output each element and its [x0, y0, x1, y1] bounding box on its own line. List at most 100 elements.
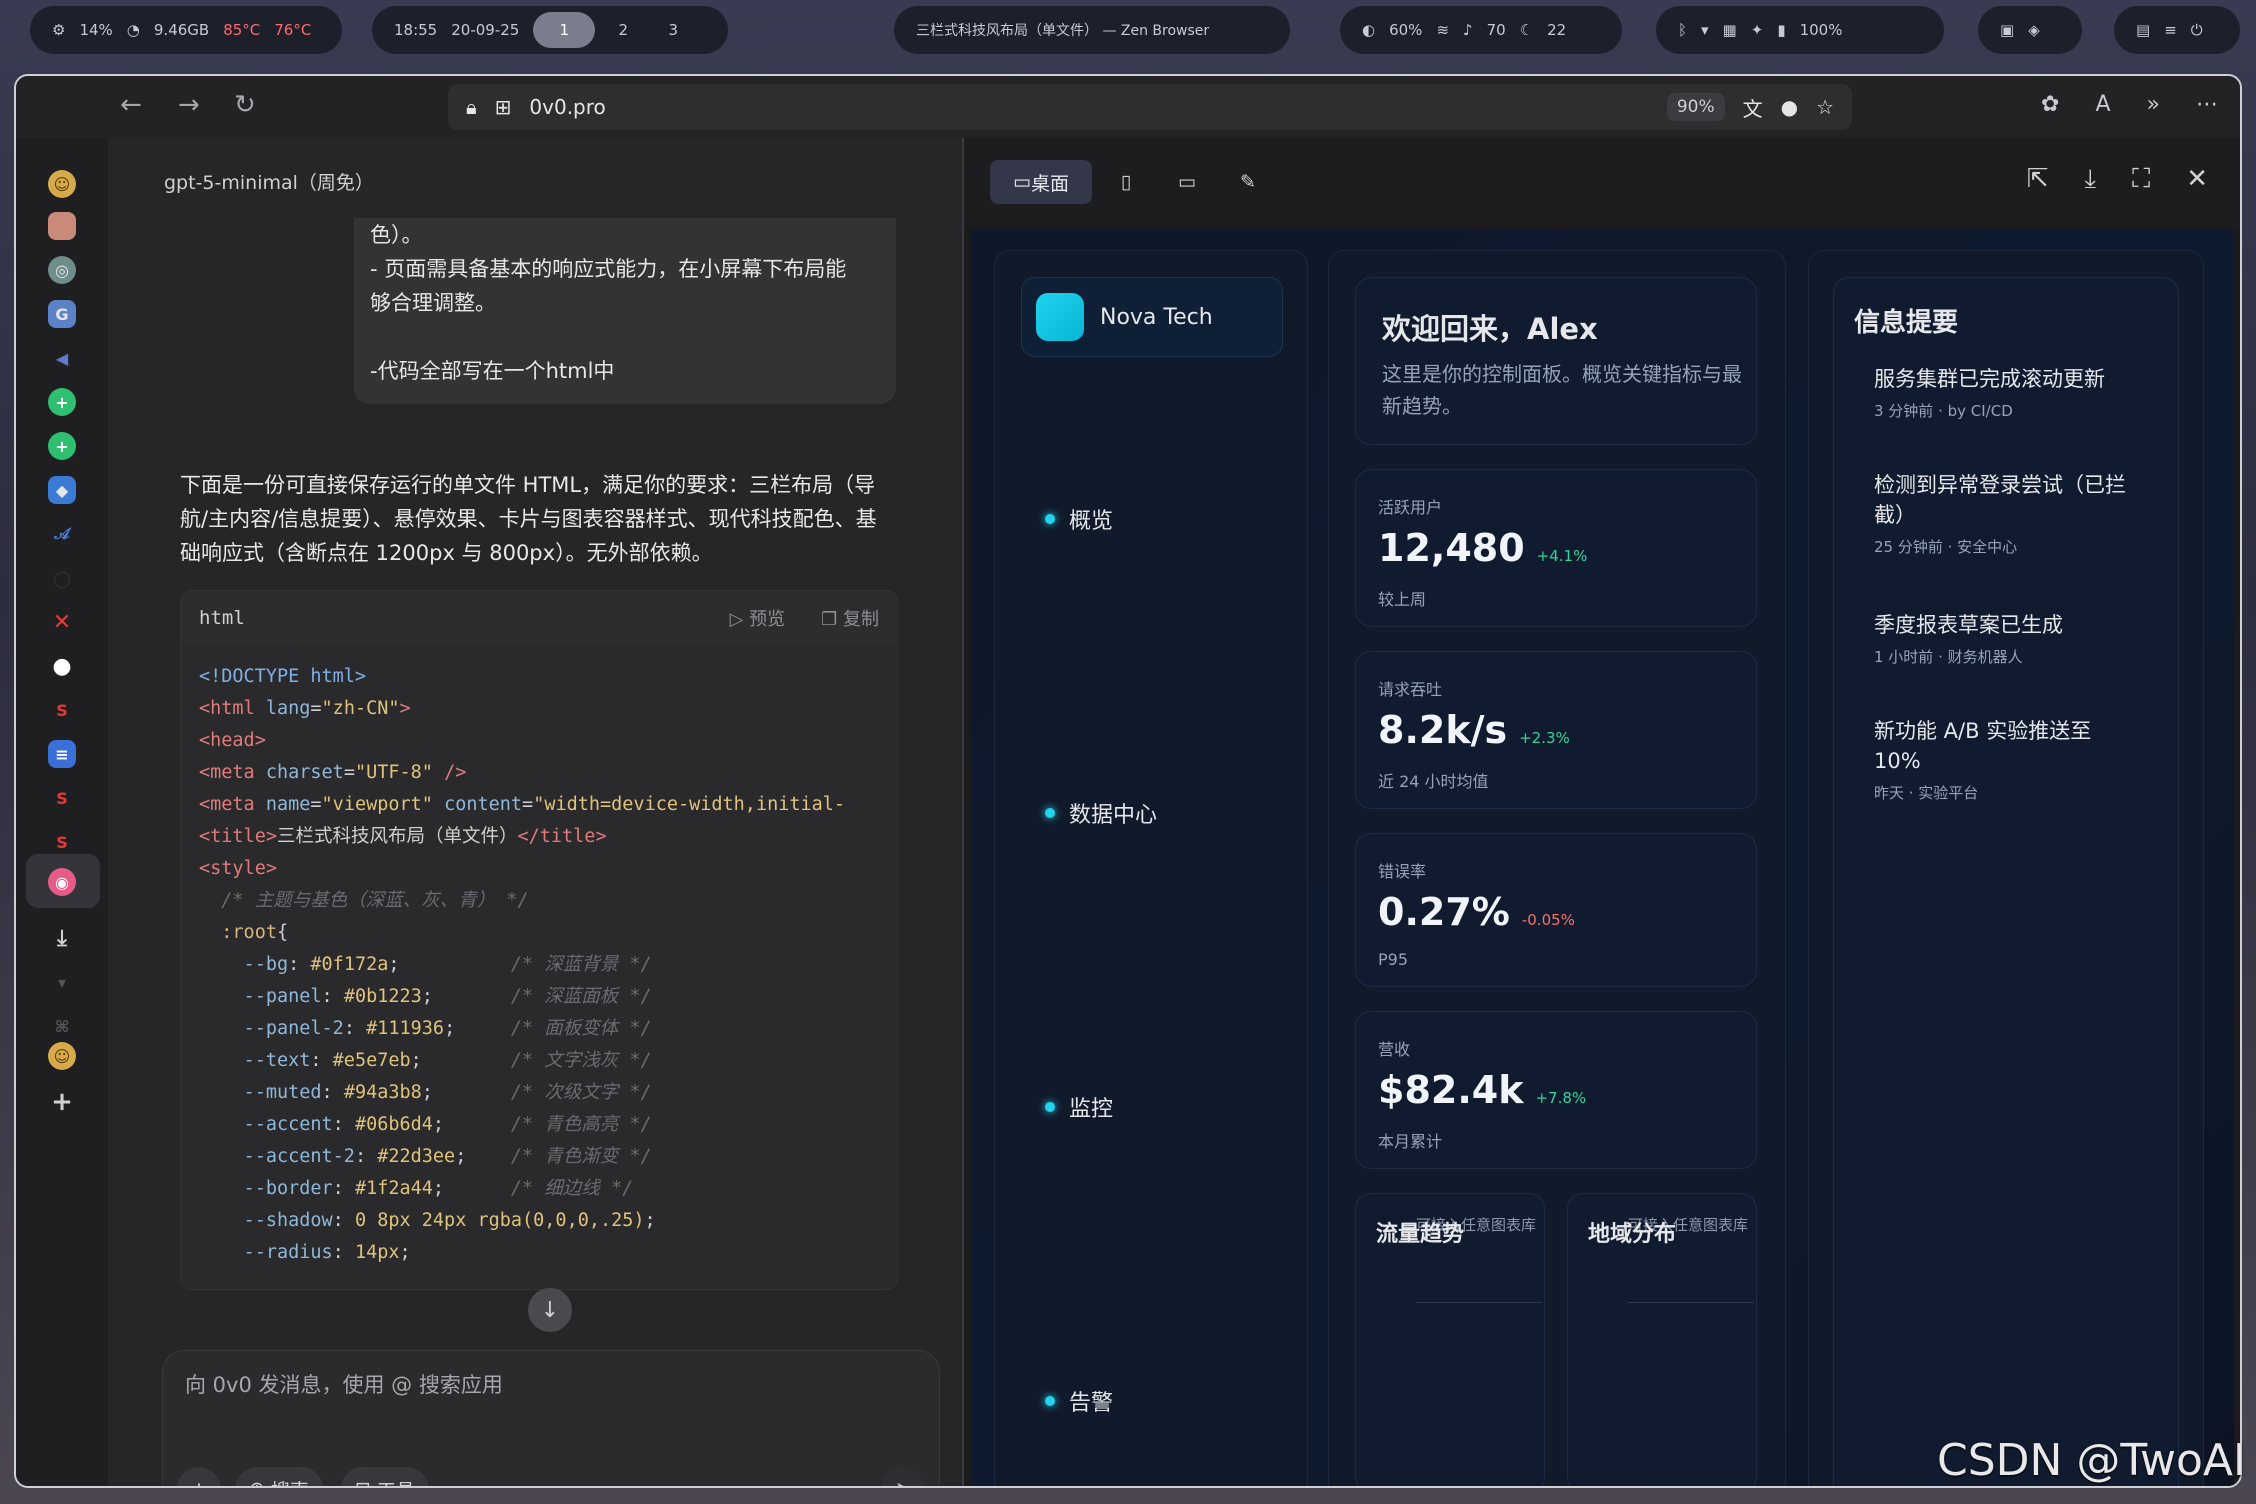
tab-tablet[interactable]: ▭ — [1160, 160, 1214, 204]
grid-icon[interactable]: ▦ — [1723, 21, 1737, 39]
download-preview-icon[interactable]: ⤓ — [2085, 164, 2097, 195]
tools-button[interactable]: ⊡工具 — [341, 1467, 429, 1486]
add-app-icon[interactable]: + — [48, 1087, 76, 1117]
app-su2-icon[interactable]: S — [48, 784, 76, 812]
more-menu-icon[interactable]: ⋯ — [2196, 92, 2218, 117]
extension-globe-icon[interactable]: ● — [1781, 95, 1798, 119]
docs-icon[interactable]: ≡ — [48, 740, 76, 768]
app-colorful-icon[interactable]: ◆ — [48, 476, 76, 504]
overflow-chevron-icon[interactable]: » — [2147, 92, 2160, 117]
weather-icon: ☾ — [1519, 21, 1534, 39]
weather-value: 22 — [1547, 21, 1567, 39]
pin-icon[interactable]: ▾ — [48, 968, 76, 996]
chat-panel: gpt-5-minimal（周免） 色）。 - 页面需具备基本的响应式能力，在小… — [108, 138, 972, 1486]
info-item[interactable]: 新功能 A/B 实验推送至 10% 昨天 · 实验平台 — [1874, 716, 2134, 803]
search-button[interactable]: ⊕搜索 — [235, 1467, 323, 1486]
network-icon[interactable]: ▾ — [1701, 21, 1709, 39]
address-bar[interactable]: 🔒︎ ⊞ 0v0.pro 90% 文 ● ☆ — [448, 84, 1852, 130]
tray-app-icon[interactable]: ▣ — [2000, 21, 2014, 39]
brightness-icon: ◐ — [1362, 21, 1376, 39]
stat-card-active-users[interactable]: 活跃用户 12,480 +4.1% 较上周 — [1355, 469, 1757, 627]
volume-icon[interactable]: ♪ — [1463, 21, 1473, 39]
info-meta: 25 分钟前 · 安全中心 — [1874, 538, 2018, 556]
nav-item-alerts[interactable]: 告警 — [1045, 1385, 1113, 1417]
clock-time: 18:55 — [394, 21, 438, 39]
zoom-level[interactable]: 90% — [1666, 93, 1725, 121]
app-plus-green2-icon[interactable]: + — [48, 432, 76, 460]
app-plus-green-icon[interactable]: + — [48, 388, 76, 416]
forward-icon[interactable]: → — [178, 90, 200, 120]
power-pill: ▤ ≡ ⏻ — [2114, 6, 2240, 54]
workspace-3[interactable]: 3 — [651, 12, 695, 48]
info-item[interactable]: 季度报表草案已生成 1 小时前 · 财务机器人 — [1874, 610, 2134, 667]
app-tray-icon[interactable]: ✦ — [1751, 21, 1764, 39]
github-icon[interactable]: ● — [48, 652, 76, 680]
tab-desktop[interactable]: ▭ 桌面 — [990, 160, 1092, 204]
puzzle-icon[interactable]: ⌘ — [48, 1012, 76, 1040]
stat-card-revenue[interactable]: 营收 $82.4k +7.8% 本月累计 — [1355, 1011, 1757, 1169]
workspace-2[interactable]: 2 — [601, 12, 645, 48]
translate-icon[interactable]: 文 — [1743, 93, 1763, 122]
chart-card-traffic: 可接入任意图表库 流量趋势 — [1355, 1193, 1545, 1486]
preview-button[interactable]: ▷ 预览 — [730, 605, 786, 631]
bluetooth-icon[interactable]: ᛒ — [1678, 21, 1687, 39]
model-name[interactable]: gpt-5-minimal（周免） — [164, 168, 374, 195]
app-g-icon[interactable]: G — [48, 300, 76, 328]
chart-card-region: 可接入任意图表库 地域分布 — [1567, 1193, 1757, 1486]
open-external-icon[interactable]: ⇱ — [2027, 164, 2049, 195]
tools-icon: ⊡ — [355, 1478, 371, 1486]
translate-ext-icon[interactable]: A — [2095, 92, 2110, 117]
download-icon[interactable]: ⤓ — [48, 924, 76, 952]
workspace-1[interactable]: 1 — [533, 12, 596, 48]
stat-value: $82.4k — [1378, 1068, 1524, 1112]
back-icon[interactable]: ← — [120, 90, 142, 120]
stat-card-throughput[interactable]: 请求吞吐 8.2k/s +2.3% 近 24 小时均值 — [1355, 651, 1757, 809]
stat-card-error-rate[interactable]: 错误率 0.27% -0.05% P95 — [1355, 833, 1757, 987]
app-su3-icon[interactable]: S — [48, 828, 76, 856]
attach-button[interactable]: + — [177, 1467, 221, 1486]
message-input[interactable]: 向 0v0 发消息，使用 @ 搜索应用 + ⊕搜索 ⊡工具 ➤ — [162, 1350, 940, 1486]
info-item[interactable]: 服务集群已完成滚动更新 3 分钟前 · by CI/CD — [1874, 364, 2134, 421]
nav-item-overview[interactable]: 概览 — [1045, 503, 1113, 535]
app-square-icon[interactable] — [48, 212, 76, 240]
info-item[interactable]: 检测到异常登录尝试（已拦截） 25 分钟前 · 安全中心 — [1874, 470, 2134, 557]
info-title: 信息提要 — [1854, 308, 1959, 338]
tab-mobile[interactable]: ▯ — [1104, 160, 1148, 204]
bookmark-icon[interactable]: ☆ — [1816, 95, 1834, 119]
tablet-icon: ▭ — [1178, 171, 1196, 193]
nav-item-monitor[interactable]: 监控 — [1045, 1091, 1113, 1123]
emoji-app2-icon[interactable]: ☺ — [48, 1042, 76, 1070]
emoji-app-icon[interactable]: ☺ — [48, 170, 76, 198]
dashboard-preview: Nova Tech 概览 数据中心 监控 告警 欢迎回来，Alex 这里是你的控… — [972, 230, 2234, 1486]
reload-icon[interactable]: ↻ — [234, 90, 256, 120]
stat-delta: +4.1% — [1536, 547, 1588, 565]
app-0v0-icon[interactable]: ◉ — [48, 868, 76, 896]
scroll-down-button[interactable]: ↓ — [528, 1288, 572, 1332]
clipboard-icon[interactable]: ▤ — [2136, 21, 2150, 39]
url-text[interactable]: 0v0.pro — [529, 95, 605, 119]
fullscreen-icon[interactable]: ⛶ — [2132, 164, 2150, 195]
power-icon[interactable]: ⏻ — [2191, 21, 2203, 39]
site-settings-icon[interactable]: ⊞ — [495, 95, 512, 119]
tray-app2-icon[interactable]: ◈ — [2028, 21, 2040, 39]
welcome-title: 欢迎回来，Alex — [1382, 312, 1598, 346]
app-circle-icon[interactable]: ◯ — [48, 564, 76, 592]
nav-dot-icon — [1045, 1102, 1055, 1112]
wifi-icon[interactable]: ≋ — [1436, 21, 1449, 39]
bubble-spacer — [370, 320, 880, 354]
info-meta: 1 小时前 · 财务机器人 — [1874, 648, 2023, 666]
nav-item-data-center[interactable]: 数据中心 — [1045, 797, 1157, 829]
send-button[interactable]: ➤ — [881, 1467, 925, 1486]
menu-icon[interactable]: ≡ — [2164, 21, 2177, 39]
app-script-icon[interactable]: 𝒜 — [48, 520, 76, 548]
tab-edit[interactable]: ✎ — [1226, 160, 1270, 204]
brand-card[interactable]: Nova Tech — [1021, 277, 1283, 357]
app-su-icon[interactable]: S — [48, 696, 76, 724]
app-wave-icon[interactable]: ◀ — [48, 344, 76, 372]
x-icon[interactable]: ✕ — [48, 608, 76, 636]
openai-icon[interactable]: ◎ — [48, 256, 76, 284]
extensions-icon[interactable]: ✿ — [2041, 92, 2059, 117]
close-icon[interactable]: ✕ — [2186, 164, 2208, 195]
copy-button[interactable]: ❐ 复制 — [821, 605, 879, 631]
stat-label: 错误率 — [1378, 862, 1427, 881]
